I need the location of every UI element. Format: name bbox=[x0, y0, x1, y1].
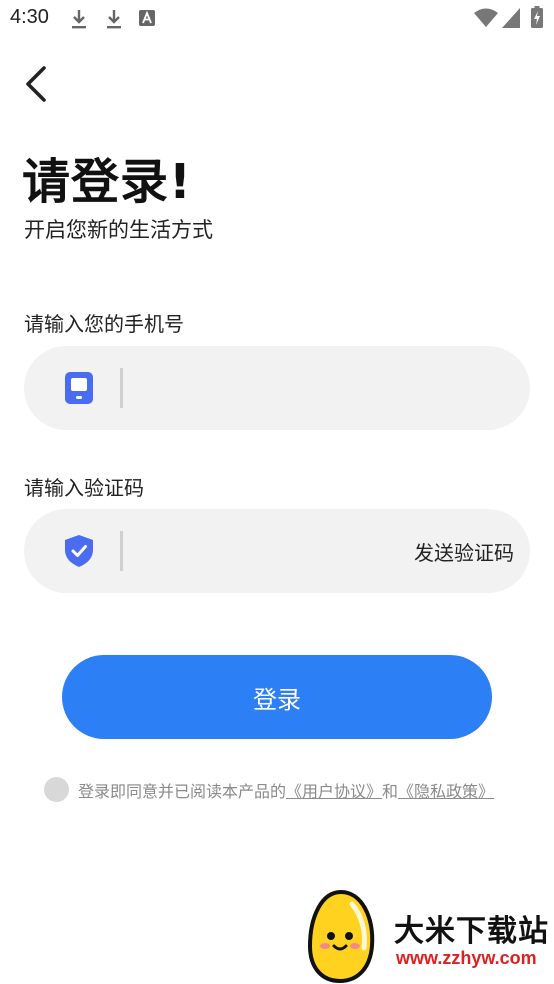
battery-charging-icon bbox=[531, 6, 543, 28]
field-divider bbox=[120, 531, 123, 571]
signal-icon bbox=[502, 8, 520, 28]
agreement-text: 登录即同意并已阅读本产品的《用户协议》和《隐私政策》 bbox=[78, 778, 494, 802]
wifi-icon bbox=[474, 8, 498, 27]
code-field[interactable]: 发送验证码 bbox=[24, 509, 530, 593]
watermark: 大米下载站 www.zzhyw.com bbox=[300, 888, 554, 984]
privacy-link[interactable]: 《隐私政策》 bbox=[398, 782, 494, 801]
phone-icon bbox=[65, 372, 93, 404]
phone-field[interactable] bbox=[24, 346, 530, 430]
agreement-row: 登录即同意并已阅读本产品的《用户协议》和《隐私政策》 bbox=[44, 776, 534, 804]
download-icon bbox=[72, 10, 86, 29]
login-button[interactable]: 登录 bbox=[62, 655, 492, 739]
send-code-button[interactable]: 发送验证码 bbox=[414, 537, 514, 566]
status-time: 4:30 bbox=[10, 6, 49, 28]
agreement-and: 和 bbox=[382, 782, 399, 801]
back-button[interactable] bbox=[20, 62, 60, 106]
download-icon bbox=[107, 10, 121, 29]
agree-checkbox[interactable] bbox=[44, 777, 69, 802]
shield-check-icon bbox=[65, 535, 93, 567]
page-title: 请登录! bbox=[22, 154, 192, 210]
field-divider bbox=[120, 368, 123, 408]
phone-input[interactable] bbox=[132, 364, 396, 414]
rice-mascot-logo bbox=[307, 889, 375, 984]
status-bar: 4:30 bbox=[0, 0, 554, 38]
watermark-name: 大米下载站 bbox=[394, 914, 549, 949]
chevron-left-icon bbox=[26, 66, 46, 102]
watermark-url: www.zzhyw.com bbox=[396, 948, 537, 968]
phone-label: 请输入您的手机号 bbox=[24, 312, 184, 336]
agreement-prefix: 登录即同意并已阅读本产品的 bbox=[78, 782, 287, 801]
code-input[interactable] bbox=[132, 527, 396, 577]
terms-link[interactable]: 《用户协议》 bbox=[286, 782, 382, 801]
text-a-icon bbox=[139, 10, 155, 26]
code-label: 请输入验证码 bbox=[24, 476, 144, 500]
login-button-label: 登录 bbox=[253, 685, 301, 714]
page-subtitle: 开启您新的生活方式 bbox=[24, 218, 213, 242]
